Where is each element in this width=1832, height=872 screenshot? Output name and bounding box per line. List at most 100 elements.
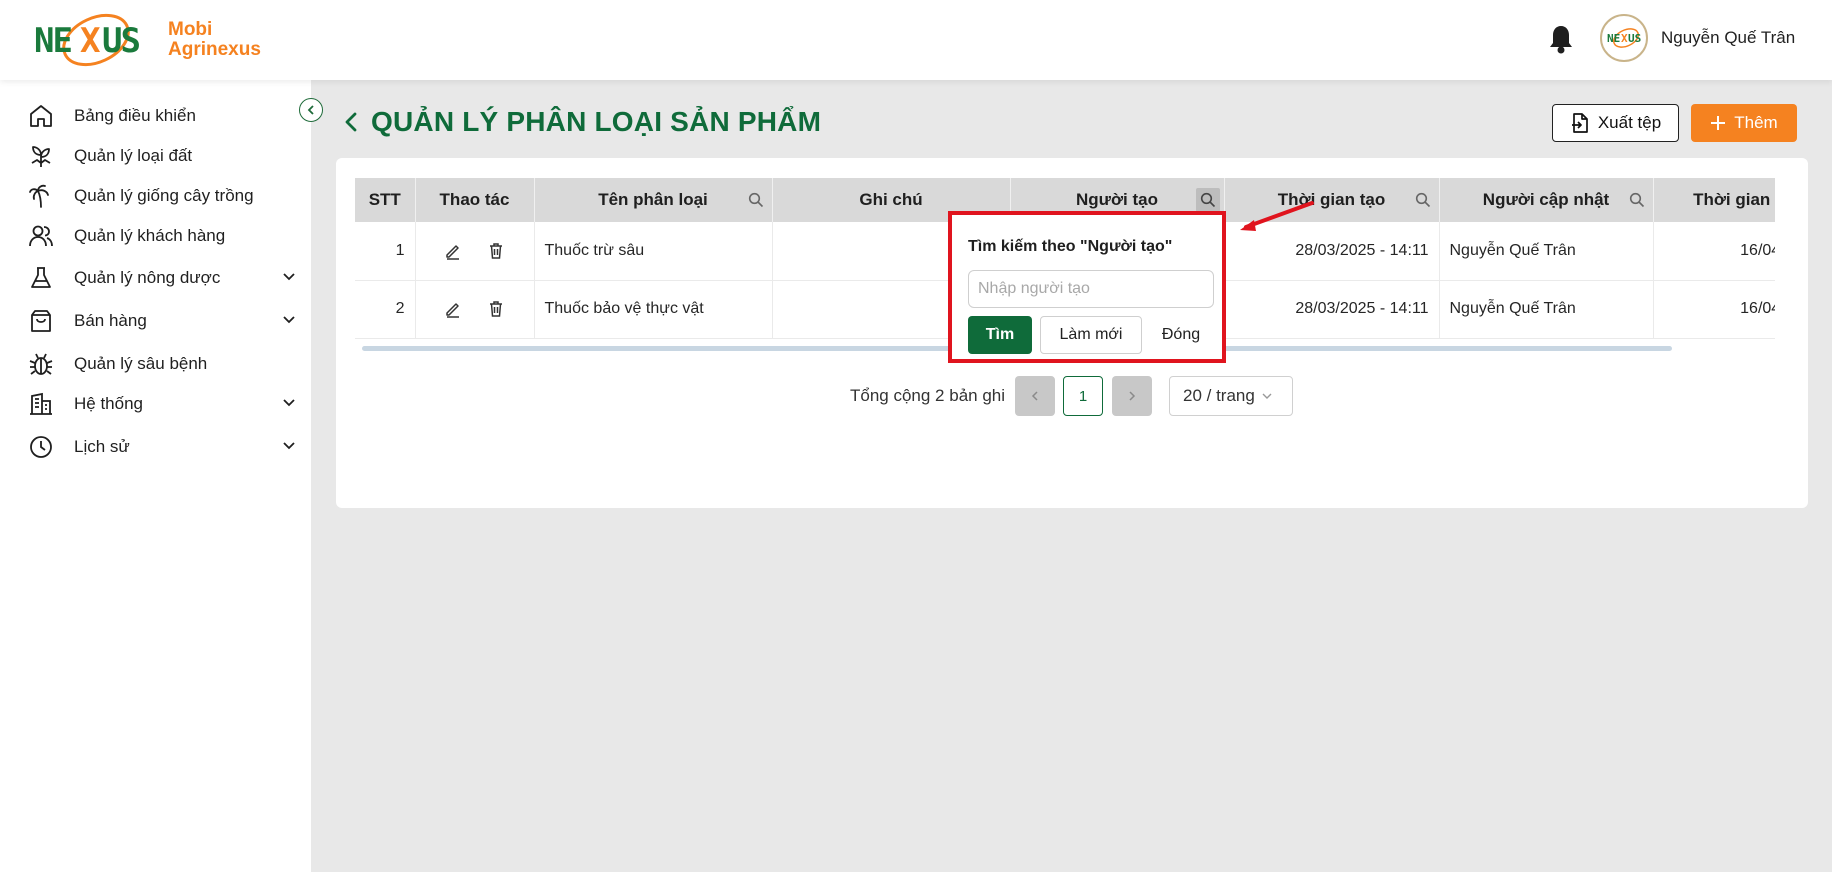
delete-icon[interactable] <box>487 300 505 318</box>
search-icon[interactable] <box>1629 192 1645 208</box>
column-header-updater: Người cập nhật <box>1439 178 1654 222</box>
brand-line2: Agrinexus <box>168 39 261 60</box>
cell-updated-at: 16/04/2025 - 09:12 <box>1653 222 1775 281</box>
sidebar-item-label: Quản lý sâu bệnh <box>74 354 208 373</box>
plus-icon <box>1711 116 1726 130</box>
page-title-text: QUẢN LÝ PHÂN LOẠI SẢN PHẨM <box>371 106 822 137</box>
pagination-page-1[interactable]: 1 <box>1063 376 1103 416</box>
brand-name: Mobi Agrinexus <box>168 20 261 60</box>
avatar-logo-icon: NE X US <box>1607 28 1641 48</box>
export-button[interactable]: Xuất tệp <box>1552 104 1679 142</box>
cell-actions <box>415 222 535 281</box>
svg-text:X: X <box>80 21 101 61</box>
chevron-left-icon <box>1031 391 1038 401</box>
chevron-right-icon <box>1129 391 1136 401</box>
svg-text:US: US <box>1628 32 1641 45</box>
brand-line1: Mobi <box>168 19 213 40</box>
sidebar-item-label: Quản lý nông dược <box>74 268 221 287</box>
sidebar-item-pesticides[interactable]: Quản lý nông dược <box>28 263 296 293</box>
sidebar-item-soil[interactable]: Quản lý loại đất <box>28 141 296 171</box>
annotation-arrow-icon <box>1240 201 1314 231</box>
column-header-updated-at: Thời gian cập nhật <box>1653 178 1775 222</box>
cell-name: Thuốc trừ sâu <box>534 222 773 281</box>
export-file-icon <box>1571 113 1588 133</box>
palm-icon <box>29 184 49 208</box>
sprout-icon <box>31 146 51 167</box>
nexus-logo-icon: NE X US <box>34 13 141 67</box>
cell-name: Thuốc bảo vệ thực vật <box>534 280 773 339</box>
svg-text:NE: NE <box>1607 32 1620 45</box>
chevron-left-icon <box>307 105 314 115</box>
filter-close-button[interactable]: Đóng <box>1150 316 1212 354</box>
chevron-down-icon <box>283 273 295 281</box>
svg-text:US: US <box>102 21 139 61</box>
edit-icon[interactable] <box>444 300 462 318</box>
page-size-value: 20 / trang <box>1183 386 1255 405</box>
sidebar-item-label: Hệ thống <box>74 394 143 413</box>
bag-icon <box>31 310 51 332</box>
sidebar-item-system[interactable]: Hệ thống <box>28 389 296 419</box>
delete-icon[interactable] <box>487 242 505 260</box>
chevron-down-icon <box>283 442 295 450</box>
sidebar-item-label: Quản lý khách hàng <box>74 226 226 245</box>
sidebar-item-label: Lịch sử <box>74 437 130 456</box>
pagination: Tổng cộng 2 bản ghi 1 20 / trang <box>336 376 1832 416</box>
flask-icon <box>31 267 51 288</box>
filter-reset-button[interactable]: Làm mới <box>1040 316 1142 354</box>
page-title: QUẢN LÝ PHÂN LOẠI SẢN PHẨM <box>341 106 821 138</box>
creator-filter-popover: Tìm kiếm theo "Người tạo" Tìm Làm mới Đó… <box>948 211 1226 363</box>
main-content: QUẢN LÝ PHÂN LOẠI SẢN PHẨM Xuất tệp Thêm <box>311 80 1832 872</box>
cell-stt: 1 <box>355 222 416 281</box>
sidebar-item-history[interactable]: Lịch sử <box>28 432 296 462</box>
cell-actions <box>415 280 535 339</box>
sidebar-item-label: Bán hàng <box>74 311 147 330</box>
cell-updated-at: 16/04/2025 - 09:12 <box>1653 280 1775 339</box>
sidebar: Bảng điều khiển Quản lý loại đất Quản lý… <box>0 80 311 872</box>
add-button[interactable]: Thêm <box>1691 104 1797 142</box>
sidebar-item-label: Bảng điều khiển <box>74 106 196 125</box>
svg-text:X: X <box>1621 32 1628 45</box>
back-arrow-icon[interactable] <box>341 111 361 133</box>
notification-bell-icon[interactable] <box>1548 24 1574 54</box>
pagination-prev-button[interactable] <box>1015 376 1055 416</box>
top-header: NE X US Mobi Agrinexus NE X US Nguyễn Qu… <box>0 0 1832 80</box>
cell-updater: Nguyễn Quế Trân <box>1439 280 1654 339</box>
cell-updater: Nguyễn Quế Trân <box>1439 222 1654 281</box>
pagination-next-button[interactable] <box>1112 376 1152 416</box>
pagination-total: Tổng cộng 2 bản ghi <box>850 386 1006 405</box>
app: NE X US Mobi Agrinexus NE X US Nguyễn Qu… <box>0 0 1832 872</box>
chevron-down-icon <box>283 399 295 407</box>
sidebar-item-pests[interactable]: Quản lý sâu bệnh <box>28 349 296 379</box>
building-icon <box>30 392 52 415</box>
home-icon <box>30 105 52 127</box>
add-button-label: Thêm <box>1734 113 1778 132</box>
export-button-label: Xuất tệp <box>1597 113 1662 132</box>
sidebar-item-crop-varieties[interactable]: Quản lý giống cây trồng <box>28 181 296 211</box>
search-icon[interactable] <box>1195 188 1220 212</box>
chevron-down-icon <box>283 316 295 324</box>
filter-popover-title: Tìm kiếm theo "Người tạo" <box>968 238 1173 255</box>
sidebar-item-customers[interactable]: Quản lý khách hàng <box>28 221 296 251</box>
search-icon[interactable] <box>1415 192 1431 208</box>
column-header-stt: STT <box>355 178 416 222</box>
sidebar-item-dashboard[interactable]: Bảng điều khiển <box>28 101 296 131</box>
bug-icon <box>29 353 53 375</box>
brand-logo[interactable]: NE X US Mobi Agrinexus <box>34 12 261 68</box>
creator-search-input[interactable] <box>968 270 1214 308</box>
cell-stt: 2 <box>355 280 416 339</box>
users-icon <box>29 225 53 247</box>
cell-created-at: 28/03/2025 - 14:11 <box>1224 280 1440 339</box>
page-size-select[interactable]: 20 / trang <box>1169 376 1293 416</box>
filter-search-button[interactable]: Tìm <box>968 316 1032 354</box>
avatar[interactable]: NE X US <box>1600 14 1648 62</box>
clock-icon <box>30 436 52 458</box>
column-header-actions: Thao tác <box>415 178 535 222</box>
user-name[interactable]: Nguyễn Quế Trân <box>1661 28 1795 48</box>
svg-text:NE: NE <box>34 21 71 61</box>
sidebar-item-sales[interactable]: Bán hàng <box>28 306 296 336</box>
chevron-down-icon <box>1262 393 1272 399</box>
search-icon[interactable] <box>748 192 764 208</box>
edit-icon[interactable] <box>444 242 462 260</box>
sidebar-collapse-button[interactable] <box>299 98 323 122</box>
column-header-name: Tên phân loại <box>534 178 773 222</box>
